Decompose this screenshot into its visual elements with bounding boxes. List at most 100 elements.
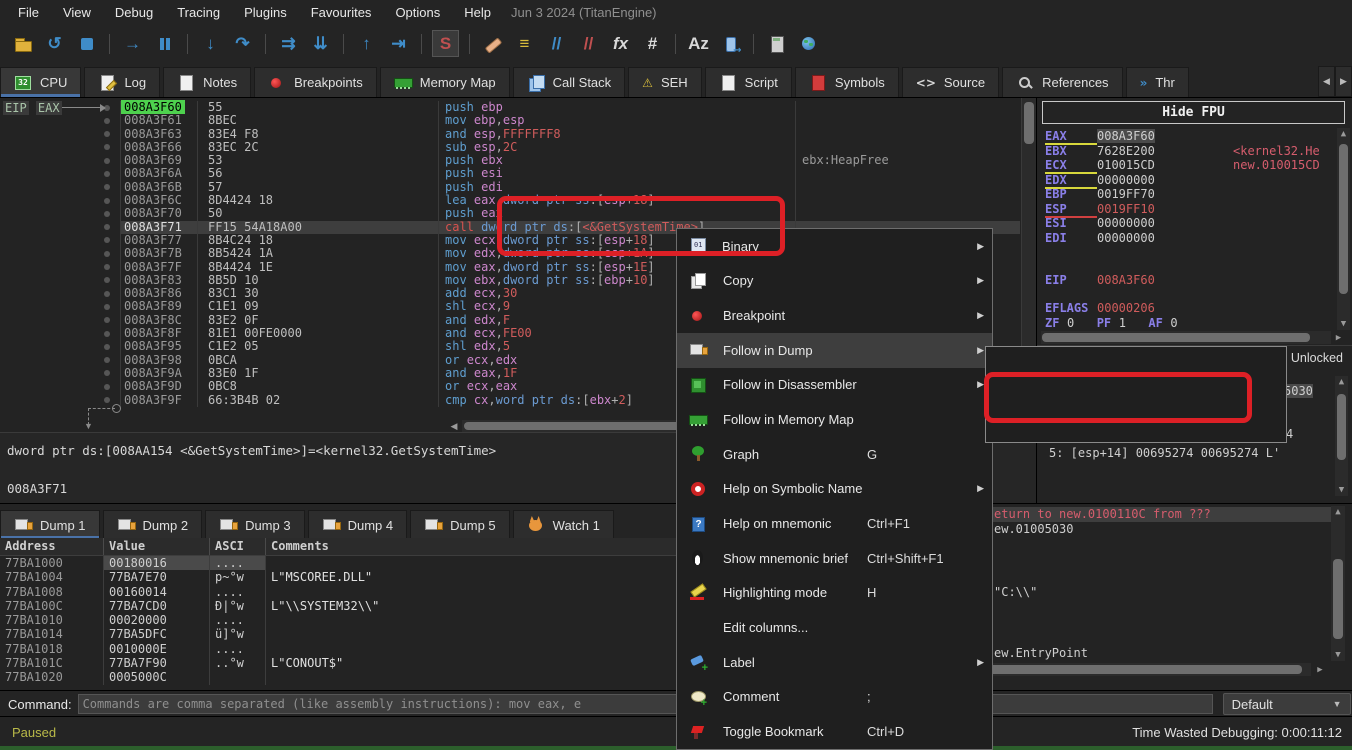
breakpoint-dot[interactable] <box>104 277 110 283</box>
breakpoint-gutter[interactable] <box>0 114 121 127</box>
breakpoint-gutter[interactable] <box>0 394 121 407</box>
breakpoint-gutter[interactable] <box>0 380 121 393</box>
tab-seh[interactable]: ⚠SEH <box>628 67 702 97</box>
breakpoint-gutter[interactable] <box>0 207 121 220</box>
tab-dump-5[interactable]: Dump 5 <box>410 510 510 539</box>
stop-icon[interactable] <box>74 31 99 56</box>
disasm-row[interactable]: 008A3F6055push ebp <box>0 101 1020 114</box>
dump-row[interactable]: 77BA100800160014.... <box>0 585 676 599</box>
breakpoint-dot[interactable] <box>104 331 110 337</box>
context-menu-item-follow-in-disassembler[interactable]: Follow in Disassembler▶ <box>677 368 992 403</box>
breakpoint-gutter[interactable] <box>0 141 121 154</box>
breakpoint-gutter[interactable] <box>0 327 121 340</box>
context-menu-item-toggle-bookmark[interactable]: Toggle BookmarkCtrl+D <box>677 714 992 749</box>
dump-row[interactable]: 77BA10200005000C <box>0 670 676 684</box>
animate-into-icon[interactable]: ⇉ <box>276 31 301 56</box>
breakpoint-gutter[interactable] <box>0 340 121 353</box>
breakpoint-dot[interactable] <box>104 397 110 403</box>
register-row[interactable]: ECX010015CDnew.010015CD <box>1037 158 1155 172</box>
register-row[interactable]: EBP0019FF70 <box>1037 187 1155 201</box>
breakpoint-gutter[interactable] <box>0 221 121 234</box>
breakpoint-gutter[interactable] <box>0 194 121 207</box>
context-menu-item-follow-in-dump[interactable]: Follow in Dump▶ <box>677 333 992 368</box>
breakpoint-gutter[interactable] <box>0 314 121 327</box>
breakpoint-gutter[interactable] <box>0 287 121 300</box>
dump-row[interactable]: 77BA100477BA7E70p~°wL"MSCOREE.DLL" <box>0 570 676 584</box>
stack-row[interactable]: ew.EntryPoint <box>994 646 1088 661</box>
pause-icon[interactable] <box>152 31 177 56</box>
menu-item-plugins[interactable]: Plugins <box>232 5 299 20</box>
dump-row[interactable]: 77BA101C77BA7F90..°wL"CONOUT$" <box>0 656 676 670</box>
disasm-row[interactable]: 008A3F618BECmov ebp,esp <box>0 114 1020 127</box>
menu-item-view[interactable]: View <box>51 5 103 20</box>
disasm-row[interactable]: 008A3F6953push ebxebx:HeapFree <box>0 154 1020 167</box>
args-lock-status[interactable]: Unlocked <box>1291 351 1343 365</box>
functions-fx-icon[interactable]: fx <box>608 31 633 56</box>
dump-row[interactable]: 77BA100000180016.... <box>0 556 676 570</box>
numbers-icon[interactable]: # <box>640 31 665 56</box>
eflags-row[interactable]: EFLAGS00000206 <box>1037 301 1155 315</box>
context-menu-item-breakpoint[interactable]: Breakpoint▶ <box>677 298 992 333</box>
breakpoint-dot[interactable] <box>104 184 110 190</box>
execute-till-return-icon[interactable]: ↑ <box>354 31 379 56</box>
run-to-user-code-icon[interactable]: ⇥ <box>386 31 411 56</box>
menu-item-options[interactable]: Options <box>383 5 452 20</box>
breakpoint-dot[interactable] <box>104 131 110 137</box>
breakpoint-gutter[interactable] <box>0 247 121 260</box>
hide-fpu-button[interactable]: Hide FPU <box>1042 101 1345 124</box>
register-row[interactable]: EAX008A3F60 <box>1037 129 1155 143</box>
breakpoint-dot[interactable] <box>104 304 110 310</box>
step-over-icon[interactable]: ↷ <box>230 31 255 56</box>
dump-panel[interactable]: AddressValueASCIComments77BA100000180016… <box>0 538 676 690</box>
stack-row[interactable]: "C:\\" <box>994 585 1037 600</box>
tab-symbols[interactable]: Symbols <box>795 67 899 97</box>
breakpoint-gutter[interactable] <box>0 274 121 287</box>
dump-row[interactable]: 77BA100C77BA7CD0Ð|°wL"\\SYSTEM32\\" <box>0 599 676 613</box>
source-mode-s-icon[interactable]: S <box>432 30 459 57</box>
breakpoint-gutter[interactable] <box>0 154 121 167</box>
breakpoint-dot[interactable] <box>104 370 110 376</box>
step-into-icon[interactable]: ↓ <box>198 31 223 56</box>
context-menu-item-edit-columns-[interactable]: Edit columns... <box>677 610 992 645</box>
command-input[interactable] <box>78 694 1213 714</box>
breakpoint-dot[interactable] <box>104 264 110 270</box>
registers-vscrollbar[interactable]: ▲ ▼ <box>1337 128 1350 330</box>
tab-notes[interactable]: Notes <box>163 67 251 97</box>
menu-item-help[interactable]: Help <box>452 5 503 20</box>
tab-dump-3[interactable]: Dump 3 <box>205 510 305 539</box>
preferences-az-icon[interactable]: Az <box>686 31 711 56</box>
register-row[interactable]: EDX00000000 <box>1037 173 1155 187</box>
trace-into-coverage-icon[interactable]: // <box>544 31 569 56</box>
breakpoint-gutter[interactable] <box>0 167 121 180</box>
register-row[interactable]: ESI00000000 <box>1037 216 1155 230</box>
context-menu-item-highlighting-mode[interactable]: Highlighting modeH <box>677 576 992 611</box>
disasm-hscroll-left-icon[interactable]: ◀ <box>447 420 461 432</box>
tab-scroll-right-icon[interactable]: ▶ <box>1335 66 1352 97</box>
register-row[interactable]: EDI00000000 <box>1037 231 1155 245</box>
stack-vscrollbar[interactable]: ▲ ▼ <box>1331 506 1345 661</box>
dump-header-asci[interactable]: ASCI <box>210 538 266 555</box>
profile-dropdown[interactable]: Default ▼ <box>1223 693 1351 715</box>
dump-header-value[interactable]: Value <box>104 538 210 555</box>
tab-watch-1[interactable]: Watch 1 <box>513 510 614 539</box>
calculator-run-icon[interactable] <box>718 31 743 56</box>
tab-log[interactable]: Log <box>84 67 160 97</box>
tab-scroll-left-icon[interactable]: ◀ <box>1318 66 1335 97</box>
breakpoint-dot[interactable] <box>104 291 110 297</box>
stack-row[interactable]: ew.01005030 <box>994 522 1073 537</box>
update-globe-icon[interactable] <box>796 31 821 56</box>
dump-row[interactable]: 77BA101477BA5DFCü]°w <box>0 627 676 641</box>
dump-header-address[interactable]: Address <box>0 538 104 555</box>
dump-row[interactable]: 77BA101000020000.... <box>0 613 676 627</box>
breakpoint-dot[interactable] <box>104 224 110 230</box>
tab-dump-4[interactable]: Dump 4 <box>308 510 408 539</box>
context-menu-item-help-on-symbolic-name[interactable]: Help on Symbolic Name▶ <box>677 472 992 507</box>
breakpoint-dot[interactable] <box>104 118 110 124</box>
context-menu-item-follow-in-memory-map[interactable]: Follow in Memory Map <box>677 402 992 437</box>
trace-over-coverage-icon[interactable]: // <box>576 31 601 56</box>
disasm-row[interactable]: 008A3F6A56push esi <box>0 167 1020 180</box>
breakpoint-gutter[interactable] <box>0 367 121 380</box>
breakpoint-dot[interactable] <box>104 144 110 150</box>
open-file-icon[interactable] <box>10 31 35 56</box>
tab-breakpoints[interactable]: Breakpoints <box>254 67 377 97</box>
